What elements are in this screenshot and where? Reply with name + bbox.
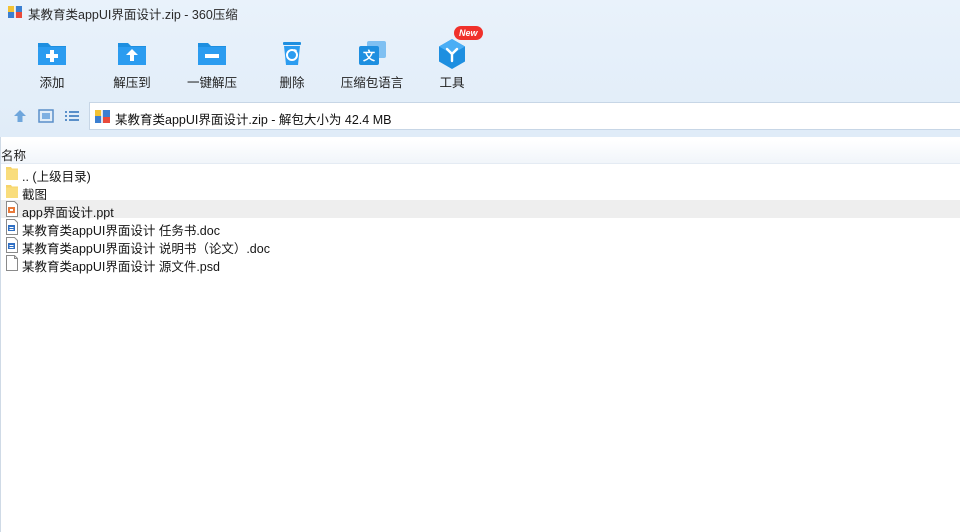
thumbnail-view-icon[interactable] — [37, 107, 55, 125]
list-item-doc-thesis[interactable]: 某教育类appUI界面设计 说明书（论文）.doc — [1, 236, 960, 256]
one-click-extract-label: 一键解压 — [186, 76, 237, 90]
add-file-icon — [38, 43, 66, 65]
list-item-folder-screenshots[interactable]: 截图 — [1, 182, 960, 202]
recycle-delete-icon — [283, 42, 301, 65]
add-label: 添加 — [39, 76, 65, 90]
svg-text:文: 文 — [363, 48, 376, 63]
doc-file-icon — [6, 219, 18, 235]
folder-icon — [6, 185, 18, 198]
folder-icon — [6, 167, 18, 180]
language-icon: 文 — [359, 41, 386, 65]
archive-language-button[interactable]: 文 压缩包语言 — [332, 28, 412, 92]
archive-app-icon — [8, 6, 22, 18]
title-bar: 某教育类appUI界面设计.zip - 360压缩 — [0, 0, 960, 24]
delete-button[interactable]: 删除 — [252, 28, 332, 92]
one-click-extract-button[interactable]: 一键解压 — [172, 28, 252, 92]
tools-label: 工具 — [439, 76, 465, 90]
window-title: 某教育类appUI界面设计.zip - 360压缩 — [28, 8, 238, 22]
top-panel: 某教育类appUI界面设计.zip - 360压缩 添加 解压到 一键解压 删除… — [0, 0, 960, 137]
add-button[interactable]: 添加 — [12, 28, 92, 92]
list-item-parent-dir[interactable]: .. (上级目录) — [1, 164, 960, 184]
column-name-header[interactable]: 名称 — [1, 145, 26, 164]
extract-to-label: 解压到 — [113, 76, 151, 90]
list-item-label: 某教育类appUI界面设计 源文件.psd — [22, 260, 220, 274]
list-view-icon[interactable] — [63, 107, 81, 125]
ppt-file-icon — [6, 201, 18, 217]
column-header: 名称 — [1, 140, 960, 164]
navigation-bar: 某教育类appUI界面设计.zip - 解包大小为 42.4 MB — [0, 100, 960, 132]
list-item-doc-task[interactable]: 某教育类appUI界面设计 任务书.doc — [1, 218, 960, 238]
one-click-extract-icon — [198, 43, 226, 65]
up-arrow-icon[interactable] — [11, 107, 29, 125]
list-item-psd[interactable]: 某教育类appUI界面设计 源文件.psd — [1, 254, 960, 274]
new-badge: New — [454, 26, 483, 40]
list-item-ppt[interactable]: app界面设计.ppt — [1, 200, 960, 220]
address-bar[interactable]: 某教育类appUI界面设计.zip - 解包大小为 42.4 MB — [89, 102, 960, 130]
archive-file-icon — [95, 110, 110, 123]
doc-file-icon — [6, 237, 18, 253]
extract-to-button[interactable]: 解压到 — [92, 28, 172, 92]
extract-to-icon — [118, 43, 146, 65]
file-list-pane: 名称 .. (上级目录) 截图 app界面设计.ppt 某教育类appUI界面设… — [0, 137, 960, 532]
tools-cube-icon — [439, 39, 465, 69]
archive-language-label: 压缩包语言 — [340, 76, 404, 90]
file-list: .. (上级目录) 截图 app界面设计.ppt 某教育类appUI界面设计 任… — [1, 164, 960, 274]
address-text: 某教育类appUI界面设计.zip - 解包大小为 42.4 MB — [115, 113, 392, 127]
generic-file-icon — [6, 255, 18, 271]
delete-label: 删除 — [279, 76, 305, 90]
